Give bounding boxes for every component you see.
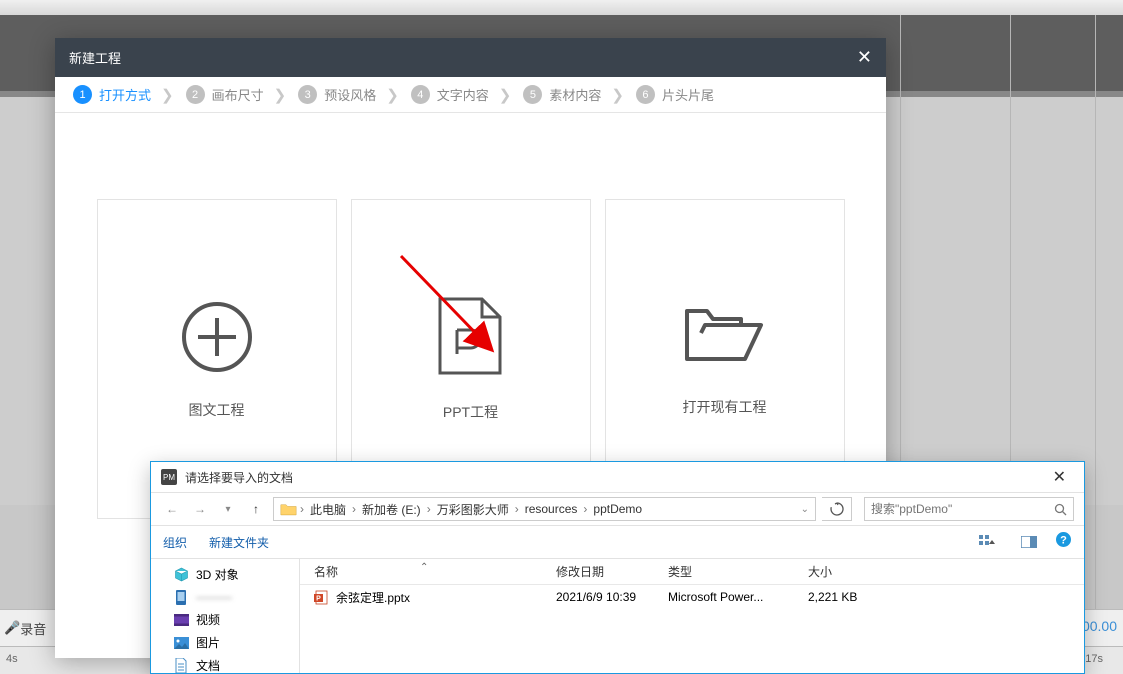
chevron-right-icon: ❯ <box>499 86 512 104</box>
folder-open-icon <box>683 301 767 373</box>
svg-text:P: P <box>316 595 321 602</box>
file-row[interactable]: P 余弦定理.pptx 2021/6/9 10:39 Microsoft Pow… <box>300 585 1084 609</box>
plus-circle-icon <box>178 298 256 376</box>
newfolder-button[interactable]: 新建文件夹 <box>209 534 269 551</box>
picture-icon <box>173 635 189 651</box>
path-dropdown-icon[interactable]: ⌄ <box>801 504 809 515</box>
step-3[interactable]: 3 预设风格 ❯ <box>298 85 399 104</box>
forward-icon[interactable]: → <box>189 498 211 520</box>
sort-caret-icon: ⌃ <box>420 562 428 573</box>
crumb-pptdemo[interactable]: pptDemo <box>590 502 645 516</box>
file-open-dialog: PM 请选择要导入的文档 ✕ ← → ▾ ↑ › 此电脑 › 新加卷 (E:) … <box>150 461 1085 674</box>
ppt-file-icon <box>435 296 507 378</box>
step-2[interactable]: 2 画布尺寸 ❯ <box>186 85 287 104</box>
search-icon <box>1054 503 1067 516</box>
pptx-file-icon: P <box>314 590 329 605</box>
organize-menu[interactable]: 组织 <box>163 534 187 551</box>
sidebar-item-documents[interactable]: 文档 <box>151 654 299 673</box>
document-icon <box>173 658 189 674</box>
refresh-icon[interactable] <box>822 497 852 521</box>
crumb-resources[interactable]: resources <box>522 502 581 516</box>
view-mode-icon[interactable] <box>971 531 1003 553</box>
close-icon[interactable]: ✕ <box>1045 467 1074 487</box>
dialog-titlebar: PM 请选择要导入的文档 ✕ <box>151 462 1084 492</box>
sidebar-item-3d[interactable]: 3D 对象 <box>151 563 299 586</box>
sidebar-item-device[interactable]: ——— <box>151 586 299 608</box>
close-icon[interactable]: ✕ <box>857 47 872 68</box>
crumb-app[interactable]: 万彩图影大师 <box>434 501 512 518</box>
search-input[interactable] <box>864 497 1074 521</box>
up-icon[interactable]: ↑ <box>245 498 267 520</box>
sidebar-item-videos[interactable]: 视频 <box>151 608 299 631</box>
cube-3d-icon <box>173 567 189 583</box>
dialog-sidebar: 3D 对象 ——— 视频 图片 <box>151 559 300 673</box>
col-type[interactable]: 类型 <box>668 563 808 580</box>
col-size[interactable]: 大小 <box>808 563 908 580</box>
chevron-right-icon: ❯ <box>274 86 287 104</box>
chevron-right-icon: ❯ <box>386 86 399 104</box>
dialog-title-text: 请选择要导入的文档 <box>185 469 293 486</box>
col-name[interactable]: 名称 ⌃ <box>300 563 556 580</box>
file-list-header: 名称 ⌃ 修改日期 类型 大小 <box>300 559 1084 585</box>
timeline-ruler-top <box>0 0 1123 15</box>
step-4[interactable]: 4 文字内容 ❯ <box>411 85 512 104</box>
step-1[interactable]: 1 打开方式 ❯ <box>73 85 174 104</box>
history-dropdown-icon[interactable]: ▾ <box>217 498 239 520</box>
folder-icon <box>280 502 297 516</box>
chevron-right-icon: ❯ <box>161 86 174 104</box>
help-icon[interactable]: ? <box>1055 531 1072 553</box>
sidebar-item-pictures[interactable]: 图片 <box>151 631 299 654</box>
wizard-titlebar: 新建工程 ✕ <box>55 38 886 77</box>
device-icon <box>173 589 189 605</box>
dialog-toolbar: 组织 新建文件夹 ? <box>151 525 1084 559</box>
record-label: 录音 <box>20 619 46 638</box>
video-icon <box>173 612 189 628</box>
crumb-thispc[interactable]: 此电脑 <box>307 501 349 518</box>
chevron-right-icon: ❯ <box>611 86 624 104</box>
col-date[interactable]: 修改日期 <box>556 563 668 580</box>
dialog-nav-bar: ← → ▾ ↑ › 此电脑 › 新加卷 (E:) › 万彩图影大师 › reso… <box>151 492 1084 525</box>
step-6[interactable]: 6 片头片尾 <box>636 85 714 104</box>
preview-pane-icon[interactable] <box>1013 531 1045 553</box>
back-icon[interactable]: ← <box>161 498 183 520</box>
app-icon: PM <box>161 469 177 485</box>
file-list: 名称 ⌃ 修改日期 类型 大小 P 余弦定理.pptx 2021/6/9 10:… <box>300 559 1084 673</box>
svg-text:?: ? <box>1060 535 1067 547</box>
breadcrumb[interactable]: › 此电脑 › 新加卷 (E:) › 万彩图影大师 › resources › … <box>273 497 816 521</box>
wizard-title-text: 新建工程 <box>69 48 121 67</box>
crumb-drive[interactable]: 新加卷 (E:) <box>359 501 424 518</box>
step-5[interactable]: 5 素材内容 ❯ <box>523 85 624 104</box>
wizard-steps: 1 打开方式 ❯ 2 画布尺寸 ❯ 3 预设风格 ❯ 4 文字内容 ❯ 5 素材… <box>55 77 886 113</box>
